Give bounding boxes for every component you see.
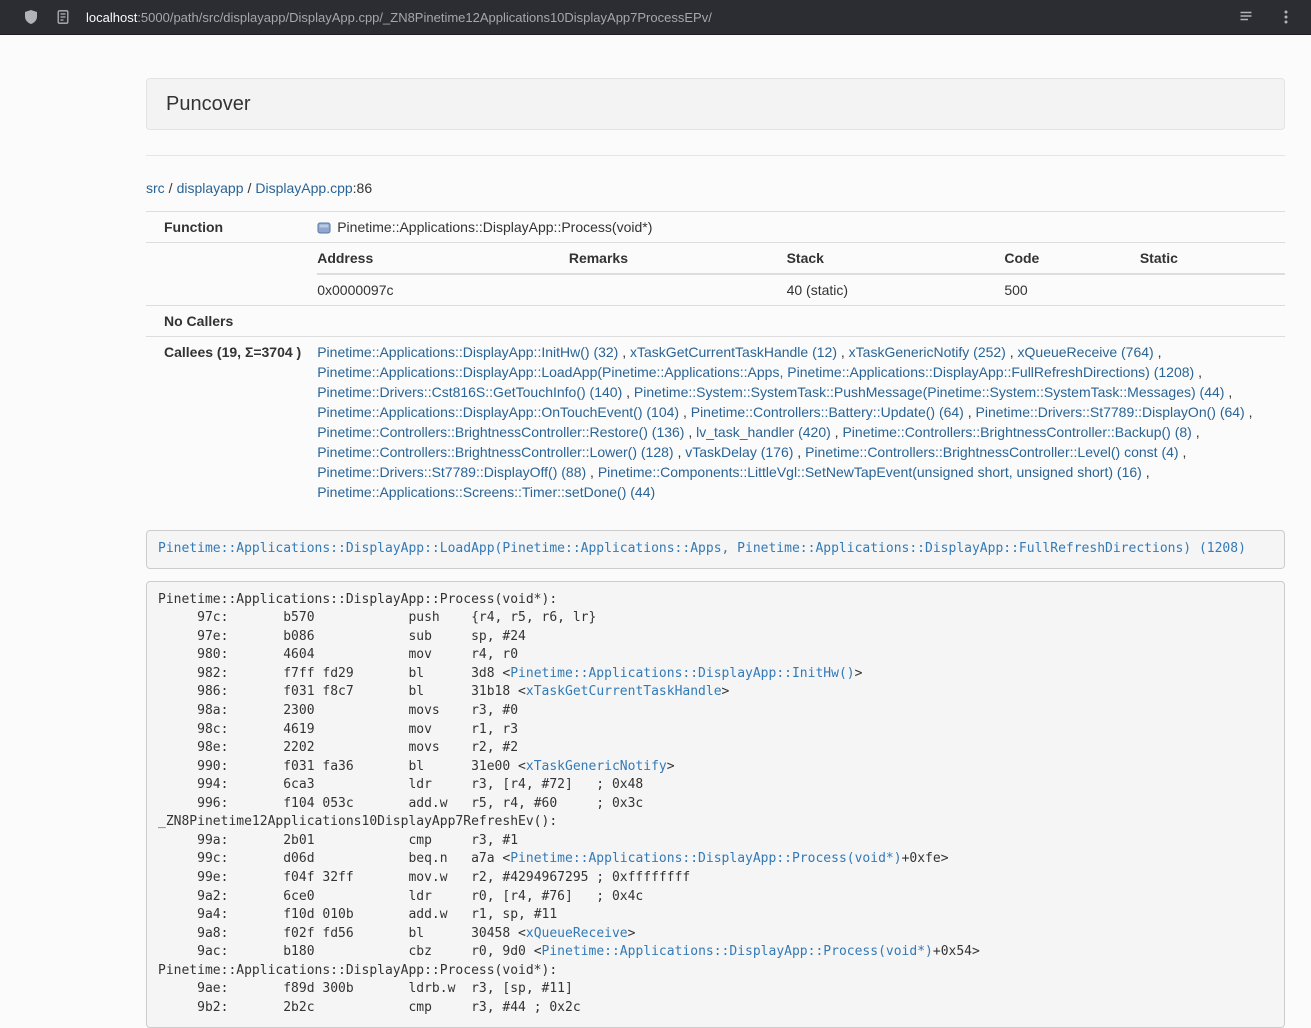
empty-label-cell — [146, 243, 305, 306]
url-path: :5000/path/src/displayapp/DisplayApp.cpp… — [137, 10, 712, 25]
breadcrumb-line-number: :86 — [353, 180, 372, 196]
disassembly-block: Pinetime::Applications::DisplayApp::Proc… — [146, 581, 1285, 1028]
callee-link[interactable]: Pinetime::Applications::DisplayApp::OnTo… — [317, 404, 679, 420]
breadcrumb: src/displayapp/DisplayApp.cpp:86 — [146, 178, 1285, 198]
callee-link[interactable]: Pinetime::Controllers::BrightnessControl… — [317, 424, 684, 440]
callee-link[interactable]: Pinetime::Components::LittleVgl::SetNewT… — [598, 464, 1142, 480]
callees-label: Callees (19, Σ=3704 ) — [146, 337, 305, 508]
breadcrumb-separator: / — [248, 180, 252, 196]
callee-link[interactable]: Pinetime::Drivers::St7789::DisplayOff() … — [317, 464, 586, 480]
callee-link[interactable]: Pinetime::Drivers::Cst816S::GetTouchInfo… — [317, 384, 622, 400]
callee-link[interactable]: xTaskGetCurrentTaskHandle (12) — [630, 344, 837, 360]
page-container: Puncover src/displayapp/DisplayApp.cpp:8… — [146, 35, 1285, 1028]
symbol-link[interactable]: Pinetime::Applications::DisplayApp::Proc… — [510, 851, 901, 866]
callees-list: Pinetime::Applications::DisplayApp::Init… — [305, 337, 1285, 508]
table-row: Callees (19, Σ=3704 ) Pinetime::Applicat… — [146, 337, 1285, 508]
reader-view-icon[interactable] — [1235, 6, 1257, 28]
app-title-panel: Puncover — [146, 78, 1285, 130]
divider — [146, 155, 1285, 156]
table-row: 0x0000097c 40 (static) 500 — [317, 274, 1285, 305]
function-row-label: Function — [146, 212, 305, 243]
callee-link[interactable]: Pinetime::Applications::DisplayApp::Load… — [317, 364, 1194, 380]
address-value: 0x0000097c — [317, 274, 569, 305]
callee-link[interactable]: Pinetime::Controllers::BrightnessControl… — [805, 444, 1178, 460]
callee-link[interactable]: Pinetime::Controllers::BrightnessControl… — [317, 444, 673, 460]
metrics-table: Address Remarks Stack Code Static 0x0000… — [317, 243, 1285, 305]
symbol-link[interactable]: Pinetime::Applications::DisplayApp::Init… — [510, 666, 854, 681]
page-title: Puncover — [166, 93, 251, 116]
callee-link[interactable]: Pinetime::Applications::DisplayApp::Init… — [317, 344, 618, 360]
table-row: No Callers — [146, 306, 1285, 337]
function-icon — [317, 221, 331, 235]
table-row: Address Remarks Stack Code Static — [317, 243, 1285, 274]
url-host: localhost — [86, 10, 137, 25]
table-row: Function Pinetime::Applications::Display… — [146, 212, 1285, 243]
function-table: Function Pinetime::Applications::Display… — [146, 211, 1285, 507]
code-value: 500 — [1004, 274, 1139, 305]
shield-icon[interactable] — [20, 6, 42, 28]
breadcrumb-link-src[interactable]: src — [146, 180, 165, 196]
page-identity-icon[interactable] — [52, 6, 74, 28]
no-callers-label: No Callers — [146, 306, 305, 337]
callee-link[interactable]: vTaskDelay (176) — [685, 444, 793, 460]
loadapp-link[interactable]: Pinetime::Applications::DisplayApp::Load… — [158, 541, 1246, 556]
loadapp-block: Pinetime::Applications::DisplayApp::Load… — [146, 530, 1285, 569]
col-address: Address — [317, 243, 569, 274]
browser-chrome: localhost:5000/path/src/displayapp/Displ… — [0, 0, 1311, 35]
no-callers-cell — [305, 306, 1285, 337]
callee-link[interactable]: Pinetime::Applications::Screens::Timer::… — [317, 484, 655, 500]
callee-link[interactable]: xTaskGenericNotify (252) — [849, 344, 1006, 360]
breadcrumb-link-file[interactable]: DisplayApp.cpp — [255, 180, 352, 196]
symbol-link[interactable]: xQueueReceive — [526, 926, 628, 941]
breadcrumb-separator: / — [169, 180, 173, 196]
col-stack: Stack — [787, 243, 1005, 274]
callee-link[interactable]: Pinetime::Controllers::BrightnessControl… — [842, 424, 1191, 440]
symbol-link[interactable]: xTaskGenericNotify — [526, 759, 667, 774]
callee-link[interactable]: Pinetime::Drivers::St7789::DisplayOn() (… — [976, 404, 1245, 420]
url-bar[interactable]: localhost:5000/path/src/displayapp/Displ… — [86, 0, 1235, 35]
remarks-value — [569, 274, 787, 305]
col-static: Static — [1140, 243, 1285, 274]
function-name: Pinetime::Applications::DisplayApp::Proc… — [337, 219, 652, 235]
symbol-link[interactable]: Pinetime::Applications::DisplayApp::Proc… — [542, 944, 933, 959]
col-code: Code — [1004, 243, 1139, 274]
breadcrumb-link-displayapp[interactable]: displayapp — [177, 180, 244, 196]
callee-link[interactable]: lv_task_handler (420) — [696, 424, 831, 440]
menu-dots-icon[interactable] — [1275, 6, 1297, 28]
callee-link[interactable]: Pinetime::Controllers::Battery::Update()… — [691, 404, 964, 420]
table-row: Address Remarks Stack Code Static 0x0000… — [146, 243, 1285, 306]
static-value — [1140, 274, 1285, 305]
callee-link[interactable]: Pinetime::System::SystemTask::PushMessag… — [634, 384, 1225, 400]
symbol-link[interactable]: xTaskGetCurrentTaskHandle — [526, 684, 722, 699]
stack-value: 40 (static) — [787, 274, 1005, 305]
callee-link[interactable]: xQueueReceive (764) — [1018, 344, 1154, 360]
col-remarks: Remarks — [569, 243, 787, 274]
